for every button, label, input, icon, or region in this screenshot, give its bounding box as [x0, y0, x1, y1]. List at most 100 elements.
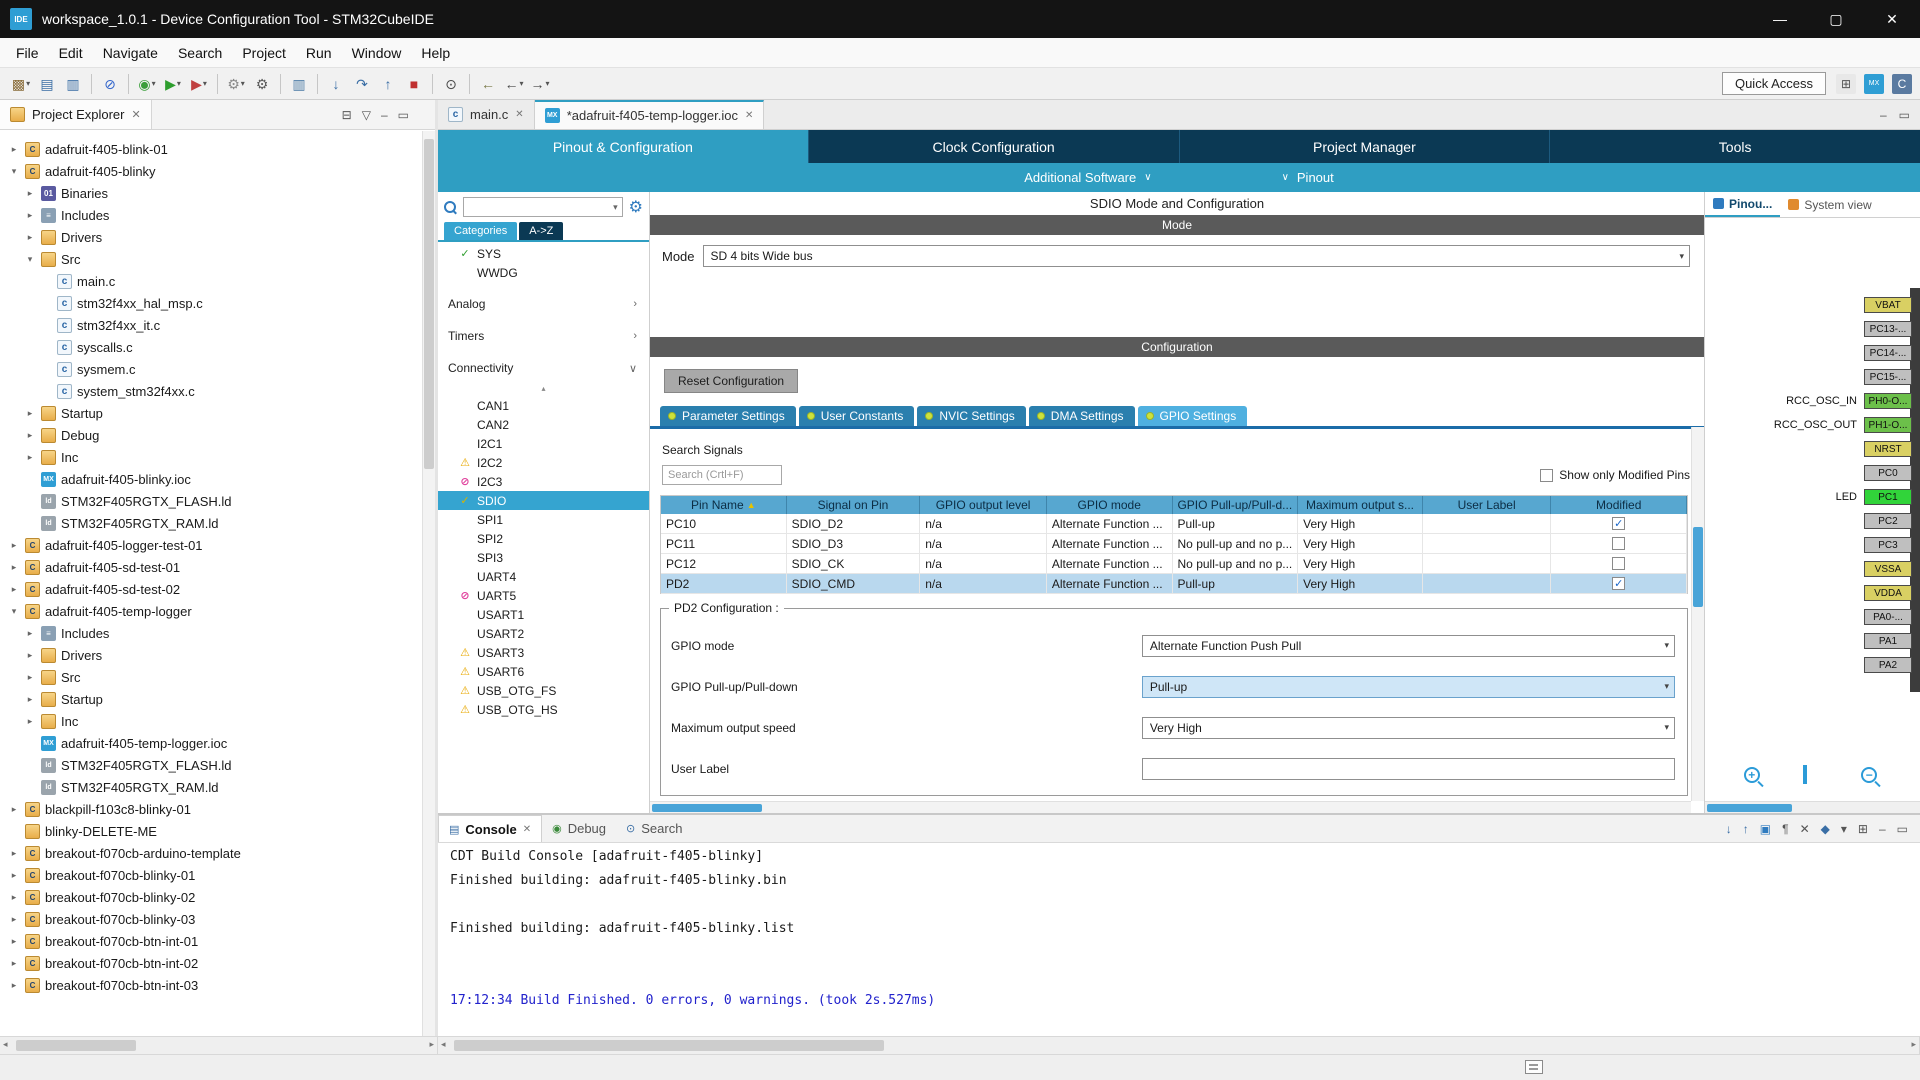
- twisty-icon[interactable]: ▸: [8, 848, 20, 859]
- twisty-icon[interactable]: ▾: [24, 254, 36, 265]
- show-console-on-output-icon[interactable]: ▣: [1760, 822, 1771, 836]
- twisty-icon[interactable]: ▸: [24, 232, 36, 243]
- maximize-view-icon[interactable]: ▭: [398, 108, 409, 122]
- tree-item[interactable]: cmain.c: [0, 270, 435, 292]
- pinout-menu-dropdown[interactable]: ∨ Pinout: [1282, 170, 1334, 185]
- column-header-signal-on-pin[interactable]: Signal on Pin: [787, 496, 921, 514]
- category-item-usb_otg_fs[interactable]: ⚠USB_OTG_FS: [438, 681, 649, 700]
- pinout-horizontal-scrollbar[interactable]: [1705, 801, 1920, 813]
- show-only-modified[interactable]: Show only Modified Pins: [1540, 468, 1690, 482]
- category-item-usb_otg_hs[interactable]: ⚠USB_OTG_HS: [438, 700, 649, 719]
- tab-parameter-settings[interactable]: Parameter Settings: [660, 406, 796, 426]
- column-header-gpio-mode[interactable]: GPIO mode: [1047, 496, 1173, 514]
- toolbar-external-tools-button[interactable]: ▶▾: [187, 72, 211, 96]
- tree-item[interactable]: ldSTM32F405RGTX_RAM.ld: [0, 776, 435, 798]
- column-header-pin-name[interactable]: Pin Name▲: [661, 496, 787, 514]
- tree-item[interactable]: ▸Startup: [0, 688, 435, 710]
- clear-console-icon[interactable]: ✕: [1800, 822, 1810, 836]
- twisty-icon[interactable]: ▸: [24, 628, 36, 639]
- explorer-scrollbar[interactable]: [422, 131, 435, 1036]
- cpp-perspective-icon[interactable]: C: [1892, 74, 1912, 94]
- column-header-user-label[interactable]: User Label: [1423, 496, 1552, 514]
- tree-item[interactable]: ▸Src: [0, 666, 435, 688]
- close-tab-icon[interactable]: ✕: [745, 110, 753, 121]
- reset-configuration-button[interactable]: Reset Configuration: [664, 369, 798, 393]
- tree-item[interactable]: ▾Cadafruit-f405-temp-logger: [0, 600, 435, 622]
- mx-perspective-icon[interactable]: MX: [1864, 74, 1884, 94]
- close-tab-icon[interactable]: ✕: [515, 109, 523, 120]
- tab-nvic-settings[interactable]: NVIC Settings: [917, 406, 1025, 426]
- toolbar-save-all-button[interactable]: ▥: [61, 72, 85, 96]
- tree-item[interactable]: ▸Debug: [0, 424, 435, 446]
- category-item-can1[interactable]: CAN1: [438, 396, 649, 415]
- menu-search[interactable]: Search: [168, 41, 232, 65]
- pin-nrst[interactable]: NRST: [1864, 441, 1912, 457]
- table-row[interactable]: PC12SDIO_CKn/aAlternate Function ...No p…: [661, 554, 1687, 574]
- explorer-hscrollbar[interactable]: ◂▸: [0, 1037, 438, 1054]
- tree-item[interactable]: ▸Cbreakout-f070cb-arduino-template: [0, 842, 435, 864]
- twisty-icon[interactable]: ▸: [24, 650, 36, 661]
- pin-pc1[interactable]: PC1: [1864, 489, 1912, 505]
- scroll-to-top-icon[interactable]: ↑: [1743, 822, 1749, 836]
- toolbar-search-button[interactable]: ⊙: [439, 72, 463, 96]
- tree-item[interactable]: ▸Cbreakout-f070cb-btn-int-01: [0, 930, 435, 952]
- pin-console-icon[interactable]: ◆: [1821, 822, 1830, 836]
- pin-pc14[interactable]: PC14-...: [1864, 345, 1912, 361]
- tree-item[interactable]: cstm32f4xx_it.c: [0, 314, 435, 336]
- additional-software-dropdown[interactable]: Additional Software ∨: [1024, 170, 1151, 185]
- tab-gpio-settings[interactable]: GPIO Settings: [1138, 406, 1248, 426]
- modified-checkbox[interactable]: [1612, 557, 1625, 570]
- categories-search-combo[interactable]: ▾: [463, 197, 623, 217]
- tree-item[interactable]: ldSTM32F405RGTX_FLASH.ld: [0, 490, 435, 512]
- category-item-sys[interactable]: ✓SYS: [438, 244, 649, 263]
- category-item-wwdg[interactable]: WWDG: [438, 263, 649, 282]
- toolbar-step-return-button[interactable]: ↑: [376, 72, 400, 96]
- toolbar-run-button[interactable]: ▶▾: [161, 72, 185, 96]
- twisty-icon[interactable]: ▸: [8, 892, 20, 903]
- maximize-view-icon[interactable]: ▭: [1897, 822, 1908, 836]
- category-item-i2c3[interactable]: ⊘I2C3: [438, 472, 649, 491]
- close-button[interactable]: ✕: [1864, 0, 1920, 38]
- pin-vbat[interactable]: VBAT: [1864, 297, 1912, 313]
- tab-project-manager[interactable]: Project Manager: [1179, 130, 1550, 163]
- open-console-icon[interactable]: ⊞: [1858, 822, 1868, 836]
- mode-select[interactable]: SD 4 bits Wide bus ▾: [703, 245, 1690, 267]
- menu-help[interactable]: Help: [411, 41, 460, 65]
- tree-item[interactable]: ▾Cadafruit-f405-blinky: [0, 160, 435, 182]
- close-view-icon[interactable]: ✕: [131, 108, 140, 121]
- tree-item[interactable]: ▸Cbreakout-f070cb-blinky-01: [0, 864, 435, 886]
- twisty-icon[interactable]: ▸: [8, 540, 20, 551]
- category-item-usart6[interactable]: ⚠USART6: [438, 662, 649, 681]
- editor-tab[interactable]: cmain.c✕: [438, 100, 535, 129]
- scroll-to-bottom-icon[interactable]: ↓: [1726, 822, 1732, 836]
- twisty-icon[interactable]: ▸: [8, 914, 20, 925]
- console-tab-console[interactable]: ▤Console✕: [438, 815, 542, 842]
- pin-pc0[interactable]: PC0: [1864, 465, 1912, 481]
- twisty-icon[interactable]: ▸: [24, 188, 36, 199]
- toolbar-save-button[interactable]: ▤: [35, 72, 59, 96]
- pin-pa0[interactable]: PA0-...: [1864, 609, 1912, 625]
- menu-file[interactable]: File: [6, 41, 49, 65]
- tree-item[interactable]: ▸Cbreakout-f070cb-btn-int-03: [0, 974, 435, 996]
- category-item-uart4[interactable]: UART4: [438, 567, 649, 586]
- twisty-icon[interactable]: ▸: [8, 936, 20, 947]
- twisty-icon[interactable]: ▸: [24, 210, 36, 221]
- gear-icon[interactable]: ⚙: [629, 197, 643, 217]
- pin-pa1[interactable]: PA1: [1864, 633, 1912, 649]
- minimize-editor-icon[interactable]: –: [1880, 108, 1887, 122]
- tree-item[interactable]: csysmem.c: [0, 358, 435, 380]
- tree-item[interactable]: ▸Cbreakout-f070cb-blinky-02: [0, 886, 435, 908]
- zoom-fit-button[interactable]: [1803, 767, 1823, 787]
- tab-dma-settings[interactable]: DMA Settings: [1029, 406, 1135, 426]
- category-item-usart3[interactable]: ⚠USART3: [438, 643, 649, 662]
- modified-checkbox[interactable]: [1612, 537, 1625, 550]
- pinout-tab-system-view[interactable]: System view: [1780, 192, 1879, 217]
- config-vertical-scrollbar[interactable]: [1691, 427, 1704, 801]
- tree-item[interactable]: blinky-DELETE-ME: [0, 820, 435, 842]
- field-select[interactable]: Pull-up▾: [1142, 676, 1675, 698]
- category-item-spi1[interactable]: SPI1: [438, 510, 649, 529]
- category-item-usart2[interactable]: USART2: [438, 624, 649, 643]
- tree-item[interactable]: ▸Cadafruit-f405-sd-test-02: [0, 578, 435, 600]
- twisty-icon[interactable]: ▸: [24, 694, 36, 705]
- tree-item[interactable]: ▸Drivers: [0, 644, 435, 666]
